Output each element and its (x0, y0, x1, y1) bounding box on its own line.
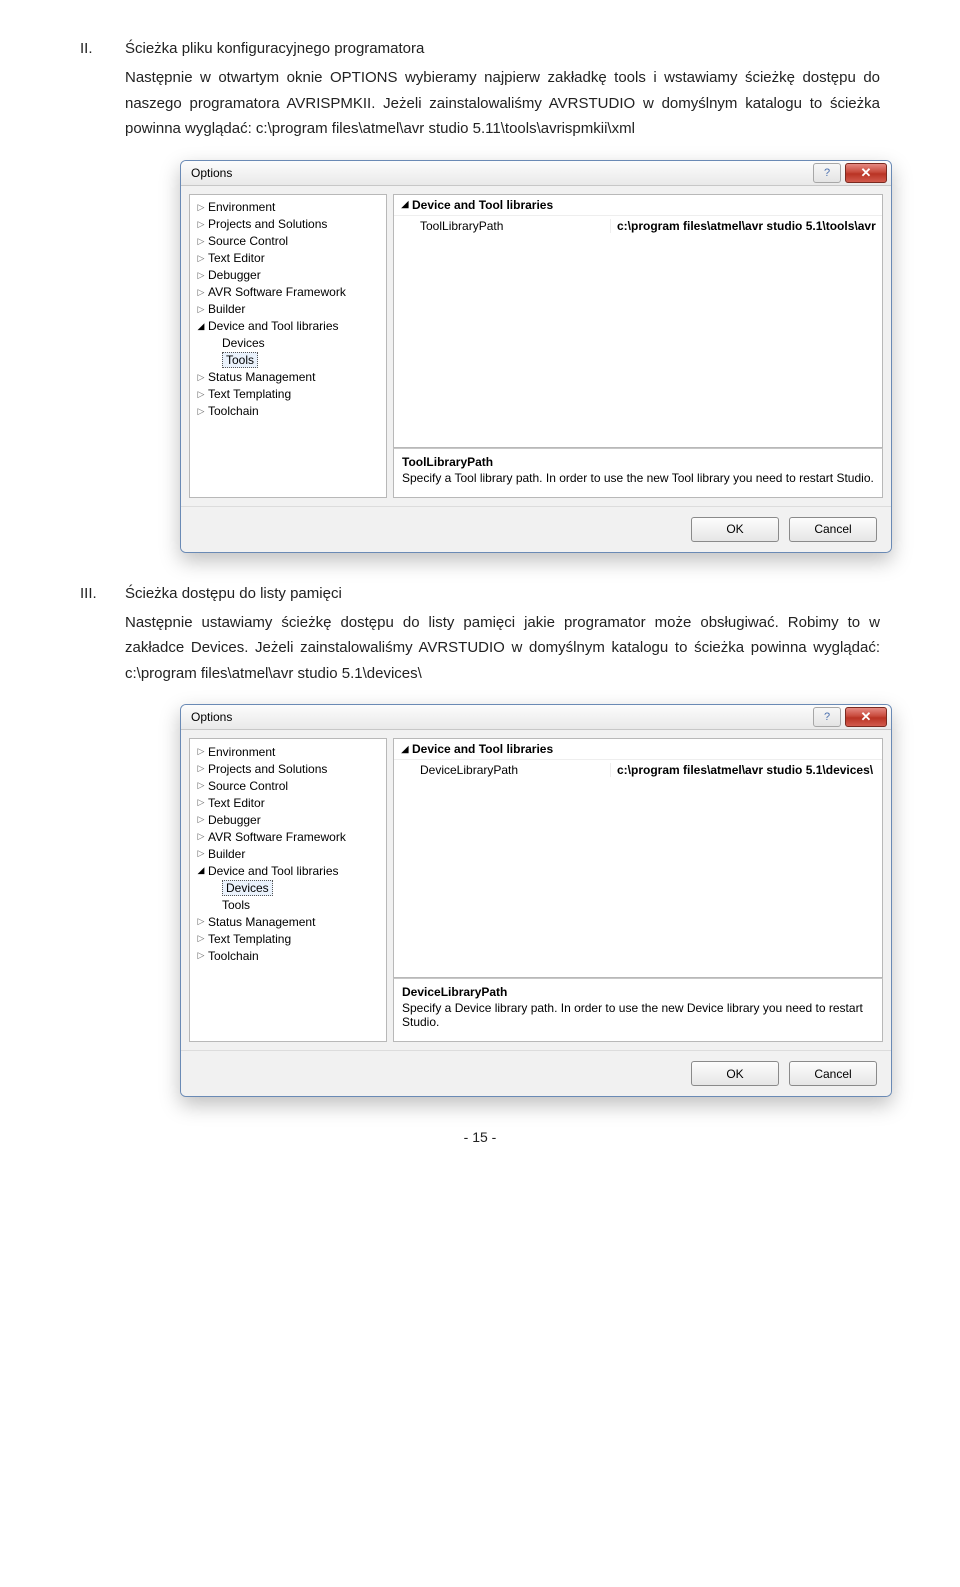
tree-text-templating[interactable]: Text Templating (208, 387, 291, 401)
tree-text-templating[interactable]: Text Templating (208, 932, 291, 946)
cancel-button[interactable]: Cancel (789, 517, 877, 542)
desc-title: ToolLibraryPath (402, 455, 874, 469)
tree-environment[interactable]: Environment (208, 745, 275, 759)
tree-source-control[interactable]: Source Control (208, 779, 288, 793)
section-2-paragraph: Następnie w otwartym oknie OPTIONS wybie… (125, 65, 880, 142)
prop-val-devicelibrarypath[interactable]: c:\program files\atmel\avr studio 5.1\de… (610, 763, 882, 777)
prop-key-devicelibrarypath[interactable]: DeviceLibraryPath (394, 763, 610, 777)
category-tree[interactable]: ▷Environment ▷Projects and Solutions ▷So… (189, 194, 387, 498)
titlebar: Options ? ✕ (181, 705, 891, 730)
page-number: - 15 - (80, 1129, 880, 1145)
section-3-roman: III. (80, 585, 125, 602)
window-title: Options (191, 710, 232, 724)
tree-toolchain[interactable]: Toolchain (208, 404, 259, 418)
options-dialog-devices: Options ? ✕ ▷Environment ▷Projects and S… (180, 704, 892, 1097)
tree-toolchain[interactable]: Toolchain (208, 949, 259, 963)
property-description: ToolLibraryPath Specify a Tool library p… (393, 448, 883, 498)
tree-tools[interactable]: Tools (222, 352, 258, 368)
tree-source-control[interactable]: Source Control (208, 234, 288, 248)
help-button[interactable]: ? (813, 163, 841, 183)
tree-environment[interactable]: Environment (208, 200, 275, 214)
tree-text-editor[interactable]: Text Editor (208, 251, 265, 265)
section-3-title: Ścieżka dostępu do listy pamięci (125, 585, 342, 602)
ok-button[interactable]: OK (691, 1061, 779, 1086)
help-button[interactable]: ? (813, 707, 841, 727)
section-2-title: Ścieżka pliku konfiguracyjnego programat… (125, 40, 424, 57)
tree-tools[interactable]: Tools (222, 898, 250, 912)
tree-devices[interactable]: Devices (222, 880, 273, 896)
prop-key-toollibrarypath[interactable]: ToolLibraryPath (394, 219, 610, 233)
cancel-button[interactable]: Cancel (789, 1061, 877, 1086)
tree-projects[interactable]: Projects and Solutions (208, 762, 327, 776)
section-3-paragraph: Następnie ustawiamy ścieżkę dostępu do l… (125, 610, 880, 687)
tree-builder[interactable]: Builder (208, 302, 245, 316)
section-2-roman: II. (80, 40, 125, 57)
desc-text: Specify a Device library path. In order … (402, 1001, 874, 1029)
window-title: Options (191, 166, 232, 180)
property-description: DeviceLibraryPath Specify a Device libra… (393, 978, 883, 1042)
tree-status-mgmt[interactable]: Status Management (208, 915, 315, 929)
tree-status-mgmt[interactable]: Status Management (208, 370, 315, 384)
tree-avr-framework[interactable]: AVR Software Framework (208, 830, 346, 844)
close-icon: ✕ (861, 165, 872, 181)
options-dialog-tools: Options ? ✕ ▷Environment ▷Projects and S… (180, 160, 892, 553)
tree-builder[interactable]: Builder (208, 847, 245, 861)
property-grid[interactable]: ◢Device and Tool libraries DeviceLibrary… (393, 738, 883, 978)
tree-text-editor[interactable]: Text Editor (208, 796, 265, 810)
tree-avr-framework[interactable]: AVR Software Framework (208, 285, 346, 299)
tree-debugger[interactable]: Debugger (208, 813, 261, 827)
prop-category: Device and Tool libraries (412, 198, 553, 212)
close-button[interactable]: ✕ (845, 707, 887, 727)
close-icon: ✕ (861, 709, 872, 725)
close-button[interactable]: ✕ (845, 163, 887, 183)
titlebar: Options ? ✕ (181, 161, 891, 186)
category-tree[interactable]: ▷Environment ▷Projects and Solutions ▷So… (189, 738, 387, 1042)
prop-category: Device and Tool libraries (412, 742, 553, 756)
property-grid[interactable]: ◢Device and Tool libraries ToolLibraryPa… (393, 194, 883, 448)
tree-device-tool-libs[interactable]: Device and Tool libraries (208, 319, 339, 333)
ok-button[interactable]: OK (691, 517, 779, 542)
desc-text: Specify a Tool library path. In order to… (402, 471, 874, 485)
tree-projects[interactable]: Projects and Solutions (208, 217, 327, 231)
tree-device-tool-libs[interactable]: Device and Tool libraries (208, 864, 339, 878)
prop-val-toollibrarypath[interactable]: c:\program files\atmel\avr studio 5.1\to… (610, 219, 882, 233)
desc-title: DeviceLibraryPath (402, 985, 874, 999)
tree-debugger[interactable]: Debugger (208, 268, 261, 282)
tree-devices[interactable]: Devices (222, 336, 265, 350)
